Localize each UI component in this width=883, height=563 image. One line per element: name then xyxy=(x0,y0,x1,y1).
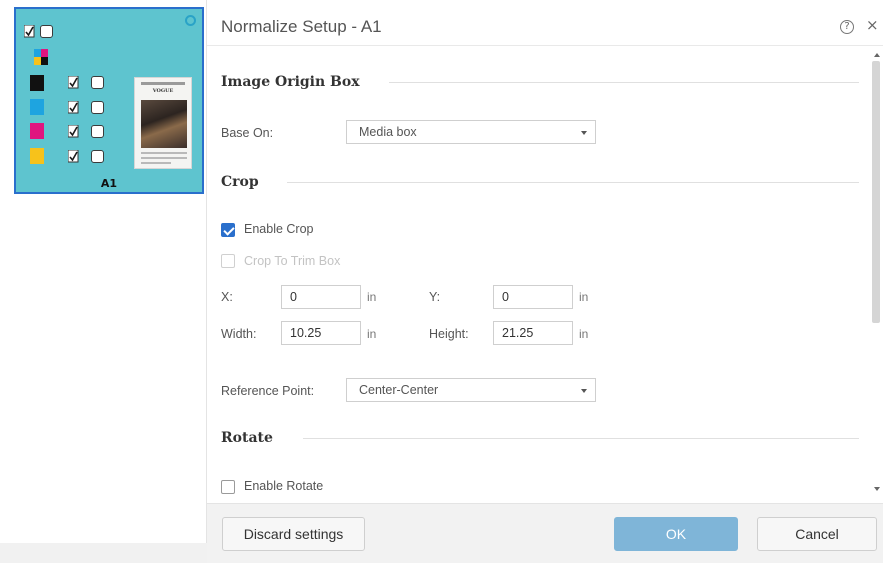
section-divider xyxy=(287,182,859,183)
check-mark-icon[interactable] xyxy=(68,150,79,163)
base-on-select[interactable]: Media box xyxy=(346,120,596,144)
settings-indicator-icon[interactable] xyxy=(185,15,196,26)
y-value: 0 xyxy=(502,290,509,304)
crop-to-trim-checkbox xyxy=(221,254,235,268)
page-list-panel: VOGUE A1 xyxy=(0,0,207,563)
width-value: 10.25 xyxy=(290,326,322,340)
preview-header-bar xyxy=(141,82,185,85)
preview-text-line xyxy=(141,152,187,154)
scrollbar-thumb[interactable] xyxy=(872,61,880,323)
height-unit: in xyxy=(579,327,589,341)
empty-checkbox-icon[interactable] xyxy=(40,25,53,38)
dialog-footer: Discard settings OK Cancel xyxy=(207,503,883,563)
enable-rotate-checkbox[interactable] xyxy=(221,480,235,494)
normalize-setup-dialog: Normalize Setup - A1 ? × Image Origin Bo… xyxy=(207,0,883,563)
reference-point-select[interactable]: Center-Center xyxy=(346,378,596,402)
dialog-title-bar: Normalize Setup - A1 ? × xyxy=(207,0,883,46)
help-icon[interactable]: ? xyxy=(840,20,854,34)
empty-checkbox-icon[interactable] xyxy=(91,125,104,138)
reference-point-label: Reference Point: xyxy=(221,384,315,398)
y-input[interactable]: 0 xyxy=(493,285,573,309)
rotate-section-title: Rotate xyxy=(221,430,273,446)
x-value: 0 xyxy=(290,290,297,304)
check-mark-icon[interactable] xyxy=(68,76,79,89)
base-on-value: Media box xyxy=(359,125,417,139)
height-value: 21.25 xyxy=(502,326,534,340)
section-divider xyxy=(389,82,859,83)
x-unit: in xyxy=(367,290,377,304)
vertical-scrollbar[interactable] xyxy=(871,47,881,501)
base-on-label: Base On: xyxy=(221,126,274,140)
discard-settings-button[interactable]: Discard settings xyxy=(222,517,365,551)
ok-button[interactable]: OK xyxy=(614,517,738,551)
image-origin-section-title: Image Origin Box xyxy=(221,74,360,90)
y-unit: in xyxy=(579,290,589,304)
black-separation-swatch xyxy=(30,75,44,91)
dialog-content: Image Origin Box Base On: Media box Crop… xyxy=(207,47,869,501)
empty-checkbox-icon[interactable] xyxy=(91,76,104,89)
crop-to-trim-label: Crop To Trim Box xyxy=(244,254,341,268)
x-label: X: xyxy=(221,290,233,304)
empty-checkbox-icon[interactable] xyxy=(91,101,104,114)
width-label: Width: xyxy=(221,327,257,341)
cancel-button[interactable]: Cancel xyxy=(757,517,877,551)
enable-crop-checkbox[interactable] xyxy=(221,223,235,237)
preview-text-line xyxy=(141,157,187,159)
preview-photo xyxy=(141,100,187,148)
check-mark-icon[interactable] xyxy=(24,25,35,38)
magenta-separation-swatch xyxy=(30,123,44,139)
page-preview-image: VOGUE xyxy=(134,77,192,169)
x-input[interactable]: 0 xyxy=(281,285,361,309)
enable-crop-label[interactable]: Enable Crop xyxy=(244,222,314,236)
check-mark-icon[interactable] xyxy=(68,101,79,114)
page-label: A1 xyxy=(100,177,118,190)
dialog-title: Normalize Setup - A1 xyxy=(221,17,382,36)
check-mark-icon[interactable] xyxy=(68,125,79,138)
registration-mark-icon xyxy=(34,49,48,65)
scroll-down-icon[interactable] xyxy=(874,487,880,491)
section-divider xyxy=(303,438,859,439)
close-icon[interactable]: × xyxy=(866,16,879,34)
crop-section-title: Crop xyxy=(221,174,259,190)
chevron-down-icon xyxy=(581,389,587,393)
yellow-separation-swatch xyxy=(30,148,44,164)
preview-title: VOGUE xyxy=(152,88,174,94)
width-input[interactable]: 10.25 xyxy=(281,321,361,345)
empty-checkbox-icon[interactable] xyxy=(91,150,104,163)
panel-footer xyxy=(0,543,207,563)
page-thumbnail-card[interactable]: VOGUE A1 xyxy=(14,7,204,194)
y-label: Y: xyxy=(429,290,441,304)
height-input[interactable]: 21.25 xyxy=(493,321,573,345)
enable-rotate-label[interactable]: Enable Rotate xyxy=(244,479,323,493)
height-label: Height: xyxy=(429,327,469,341)
cyan-separation-swatch xyxy=(30,99,44,115)
chevron-down-icon xyxy=(581,131,587,135)
preview-text-line xyxy=(141,162,171,164)
reference-point-value: Center-Center xyxy=(359,383,439,397)
width-unit: in xyxy=(367,327,377,341)
scroll-up-icon[interactable] xyxy=(874,53,880,57)
